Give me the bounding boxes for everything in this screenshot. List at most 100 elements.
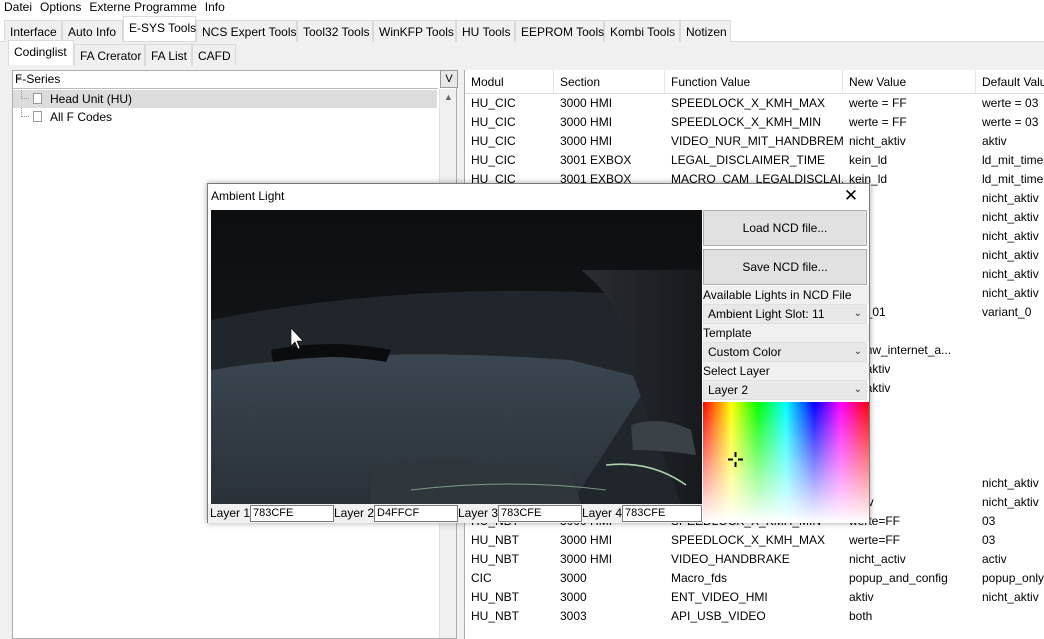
column-header-modul[interactable]: Modul bbox=[465, 70, 554, 94]
cell-modul: HU_NBT bbox=[471, 533, 520, 547]
cell-function-value: LEGAL_DISCLAIMER_TIME bbox=[671, 153, 826, 167]
tree-item-all-f-codes[interactable]: All F Codes bbox=[13, 108, 437, 126]
cell-modul: HU_CIC bbox=[471, 96, 516, 110]
cell-new-value: aktiv bbox=[849, 590, 874, 604]
cell-default-value: nicht_aktiv bbox=[982, 267, 1039, 281]
color-picker[interactable] bbox=[703, 402, 869, 523]
layer-1-label: Layer 1: bbox=[210, 506, 254, 520]
cell-modul: HU_CIC bbox=[471, 153, 516, 167]
cell-default-value: nicht_aktiv bbox=[982, 248, 1039, 262]
table-row[interactable]: HU_CIC 3001 EXBOX LEGAL_DISCLAIMER_TIME kei… bbox=[465, 151, 1044, 170]
chevron-down-icon: ⌄ bbox=[853, 346, 862, 357]
table-row[interactable]: HU_CIC 3000 HMI VIDEO_NUR_MIT_HANDBREM... n… bbox=[465, 132, 1044, 151]
cell-default-value bbox=[976, 455, 1044, 474]
table-row[interactable]: HU_CIC 3000 HMI SPEEDLOCK_X_KMH_MAX werte =… bbox=[465, 94, 1044, 113]
car-interior-image bbox=[211, 210, 702, 504]
tab-eeprom-tools[interactable]: EEPROM Tools bbox=[515, 20, 604, 42]
menu-options[interactable]: Options bbox=[36, 0, 85, 18]
cell-default-value bbox=[976, 322, 1044, 341]
cell-new-value: popup_and_config bbox=[849, 571, 948, 585]
table-row[interactable]: HU_CIC 3000 HMI SPEEDLOCK_X_KMH_MIN werte =… bbox=[465, 113, 1044, 132]
layer-3-input[interactable]: 783CFE bbox=[498, 505, 582, 522]
cell-default-value: nicht_aktiv bbox=[982, 191, 1039, 205]
v-button[interactable]: V bbox=[440, 70, 458, 88]
tab-tool32-tools[interactable]: Tool32 Tools bbox=[297, 20, 373, 42]
tab-kombi-tools[interactable]: Kombi Tools bbox=[604, 20, 680, 42]
tab-winkfp-tools[interactable]: WinKFP Tools bbox=[373, 20, 456, 42]
select-layer-label: Select Layer bbox=[703, 362, 869, 380]
ambient-light-preview bbox=[211, 210, 702, 504]
layer-1-input[interactable]: 783CFE bbox=[250, 505, 334, 522]
cell-new-value: nicht_aktiv bbox=[849, 134, 906, 148]
tab-auto-info[interactable]: Auto Info bbox=[62, 20, 123, 42]
cell-default-value: variant_0 bbox=[982, 305, 1032, 319]
table-row[interactable]: CIC 3000 Macro_fds popup_and_config popup_on… bbox=[465, 569, 1044, 588]
cell-default-value bbox=[976, 436, 1044, 455]
tree-connector bbox=[21, 108, 29, 117]
cell-new-value: werte=FF bbox=[849, 533, 901, 547]
cell-new-value: werte = FF bbox=[849, 96, 907, 110]
cell-default-value: aktiv bbox=[982, 134, 1007, 148]
cell-default-value: werte = 03 bbox=[982, 96, 1039, 110]
cell-function-value: ENT_VIDEO_HMI bbox=[671, 590, 768, 604]
layer-select[interactable]: Layer 2 ⌄ bbox=[703, 380, 867, 400]
save-ncd-button[interactable]: Save NCD file... bbox=[703, 249, 867, 285]
table-row[interactable]: HU_NBT 3000 ENT_VIDEO_HMI aktiv nicht_aktiv bbox=[465, 588, 1044, 607]
available-lights-select[interactable]: Ambient Light Slot: 11 ⌄ bbox=[703, 304, 867, 324]
tab-e-sys-tools[interactable]: E-SYS Tools bbox=[123, 16, 196, 41]
tree-item-head-unit[interactable]: Head Unit (HU) bbox=[13, 90, 437, 108]
cell-section: 3000 HMI bbox=[560, 96, 613, 110]
tab-fa-list[interactable]: FA List bbox=[145, 44, 192, 66]
tab-interface[interactable]: Interface bbox=[4, 20, 62, 42]
cell-section: 3000 HMI bbox=[560, 134, 613, 148]
tab-hu-tools[interactable]: HU Tools bbox=[456, 20, 515, 42]
cell-function-value: VIDEO_NUR_MIT_HANDBREM... bbox=[671, 134, 843, 148]
cell-default-value bbox=[976, 398, 1044, 417]
cell-default-value: werte = 03 bbox=[982, 115, 1039, 129]
tab-fa-crerator[interactable]: FA Crerator bbox=[74, 44, 145, 66]
cell-modul: HU_CIC bbox=[471, 115, 516, 129]
cell-default-value: activ bbox=[982, 552, 1007, 566]
template-select[interactable]: Custom Color ⌄ bbox=[703, 342, 867, 362]
crosshair-icon[interactable] bbox=[728, 452, 743, 467]
close-icon[interactable]: ✕ bbox=[841, 186, 861, 206]
tree-item-label: Head Unit (HU) bbox=[50, 92, 133, 106]
main-tab-strip: Interface Auto Info E-SYS Tools NCS Expe… bbox=[0, 16, 1044, 42]
cell-modul: HU_NBT bbox=[471, 590, 520, 604]
tree-item-label: All F Codes bbox=[50, 110, 113, 124]
series-dropdown[interactable]: F-Series ⌄ bbox=[13, 71, 438, 89]
tab-ncs-expert-tools[interactable]: NCS Expert Tools bbox=[196, 20, 297, 42]
scroll-up-icon[interactable]: ▲ bbox=[444, 92, 453, 102]
tab-notizen[interactable]: Notizen bbox=[680, 20, 731, 42]
layer-4-input[interactable]: 783CFE bbox=[622, 505, 702, 522]
table-row[interactable]: HU_NBT 3000 HMI SPEEDLOCK_X_KMH_MAX werte=F… bbox=[465, 531, 1044, 550]
menu-datei[interactable]: Datei bbox=[0, 0, 36, 18]
tab-codinglist[interactable]: Codinglist bbox=[8, 40, 74, 65]
load-ncd-button[interactable]: Load NCD file... bbox=[703, 210, 867, 246]
cell-default-value: nicht_aktiv bbox=[982, 229, 1039, 243]
available-lights-label: Available Lights in NCD File bbox=[703, 286, 869, 304]
dialog-title: Ambient Light bbox=[211, 189, 285, 203]
column-header-new-value[interactable]: New Value bbox=[843, 70, 976, 94]
column-header-section[interactable]: Section bbox=[554, 70, 665, 94]
table-row[interactable]: HU_NBT 3003 API_USB_VIDEO both bbox=[465, 607, 1044, 626]
cell-new-value: both bbox=[849, 609, 873, 623]
layer-value: Layer 2 bbox=[708, 383, 749, 397]
chevron-down-icon: ⌄ bbox=[853, 308, 862, 319]
cell-function-value: SPEEDLOCK_X_KMH_MAX bbox=[671, 96, 826, 110]
cell-modul: CIC bbox=[471, 571, 492, 585]
chevron-down-icon: ⌄ bbox=[853, 384, 862, 395]
menu-info[interactable]: Info bbox=[201, 0, 229, 18]
tab-cafd[interactable]: CAFD bbox=[192, 44, 236, 66]
cell-section: 3000 bbox=[560, 571, 587, 585]
sub-tab-strip: Codinglist FA Crerator FA List CAFD bbox=[0, 40, 1044, 68]
template-value: Custom Color bbox=[708, 345, 782, 359]
table-row[interactable]: HU_NBT 3000 HMI VIDEO_HANDBRAKE nicht_activ… bbox=[465, 550, 1044, 569]
cell-section: 3000 bbox=[560, 590, 587, 604]
cell-default-value: nicht_aktiv bbox=[982, 210, 1039, 224]
cell-new-value: nicht_activ bbox=[849, 552, 906, 566]
column-header-function-value[interactable]: Function Value bbox=[665, 70, 843, 94]
column-header-default-value[interactable]: Default Valu bbox=[976, 70, 1044, 94]
layer-2-input[interactable]: D4FFCF bbox=[374, 505, 458, 522]
cell-default-value: 03 bbox=[982, 533, 996, 547]
